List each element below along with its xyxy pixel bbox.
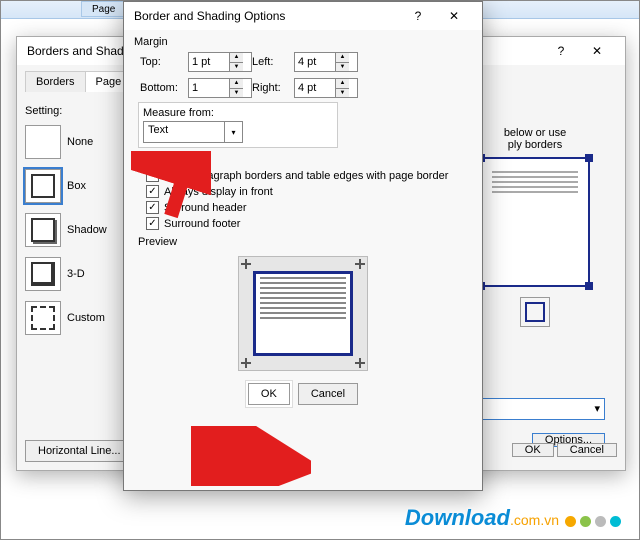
help-icon[interactable]: ? bbox=[543, 38, 579, 64]
bottom-spinner[interactable]: ▲▼ bbox=[188, 78, 252, 98]
margin-group-label: Margin bbox=[134, 36, 472, 48]
margin-grid: Top: ▲▼ Left: ▲▼ Bottom: ▲▼ Right: ▲▼ bbox=[140, 52, 466, 98]
left-label: Left: bbox=[252, 56, 294, 68]
right-spinner[interactable]: ▲▼ bbox=[294, 78, 358, 98]
right-input[interactable] bbox=[295, 79, 335, 97]
top-spinner[interactable]: ▲▼ bbox=[188, 52, 252, 72]
setting-box-thumb bbox=[25, 169, 61, 203]
back-cancel-button[interactable]: Cancel bbox=[557, 443, 617, 457]
spin-down-icon[interactable]: ▼ bbox=[230, 89, 243, 98]
watermark: Download.com.vn bbox=[405, 505, 559, 531]
annotation-arrow-measure bbox=[131, 151, 211, 221]
chevron-down-icon: ▾ bbox=[594, 399, 600, 419]
ribbon-group-page[interactable]: Page bbox=[81, 1, 126, 17]
front-title: Border and Shading Options bbox=[134, 2, 400, 30]
border-shading-options-dialog: Border and Shading Options ? ✕ Margin To… bbox=[123, 1, 483, 491]
setting-custom-thumb bbox=[25, 301, 61, 335]
chevron-down-icon: ▾ bbox=[224, 122, 242, 142]
setting-label: Setting: bbox=[25, 105, 135, 117]
setting-box[interactable]: Box bbox=[25, 167, 135, 205]
setting-3d[interactable]: 3-D bbox=[25, 255, 135, 293]
front-preview-inner bbox=[253, 271, 353, 356]
spin-up-icon[interactable]: ▲ bbox=[230, 79, 243, 89]
setting-3d-thumb bbox=[25, 257, 61, 291]
top-input[interactable] bbox=[189, 53, 229, 71]
setting-custom[interactable]: Custom bbox=[25, 299, 135, 337]
annotation-arrow-ok bbox=[191, 426, 311, 486]
spin-up-icon[interactable]: ▲ bbox=[230, 53, 243, 63]
setting-shadow-thumb bbox=[25, 213, 61, 247]
back-preview-frame bbox=[480, 157, 590, 287]
front-help-icon[interactable]: ? bbox=[400, 3, 436, 29]
left-spinner[interactable]: ▲▼ bbox=[294, 52, 358, 72]
measure-from-block: Measure from: Text ▾ bbox=[138, 102, 338, 148]
cancel-button[interactable]: Cancel bbox=[298, 383, 358, 405]
watermark-suffix: .com.vn bbox=[510, 512, 559, 528]
ok-button[interactable]: OK bbox=[248, 383, 290, 405]
bottom-label: Bottom: bbox=[140, 82, 188, 94]
front-button-row: OK Cancel bbox=[124, 383, 482, 405]
spin-up-icon[interactable]: ▲ bbox=[336, 53, 349, 63]
setting-custom-label: Custom bbox=[67, 312, 105, 324]
front-titlebar: Border and Shading Options ? ✕ bbox=[124, 2, 482, 30]
spin-up-icon[interactable]: ▲ bbox=[336, 79, 349, 89]
top-label: Top: bbox=[140, 56, 188, 68]
setting-none[interactable]: None bbox=[25, 123, 135, 161]
front-close-icon[interactable]: ✕ bbox=[436, 3, 472, 29]
setting-box-label: Box bbox=[67, 180, 86, 192]
watermark-brand: Download bbox=[405, 505, 510, 530]
front-preview-area: Preview bbox=[138, 236, 468, 371]
horizontal-line-button[interactable]: Horizontal Line... bbox=[25, 440, 134, 462]
spin-down-icon[interactable]: ▼ bbox=[230, 63, 243, 72]
close-icon[interactable]: ✕ bbox=[579, 38, 615, 64]
right-label: Right: bbox=[252, 82, 294, 94]
left-input[interactable] bbox=[295, 53, 335, 71]
color-dots bbox=[565, 516, 621, 527]
measure-from-label: Measure from: bbox=[143, 107, 333, 119]
preview-hint: below or use ply borders bbox=[470, 127, 600, 151]
front-preview-box bbox=[238, 256, 368, 371]
measure-from-select[interactable]: Text ▾ bbox=[143, 121, 243, 143]
spin-down-icon[interactable]: ▼ bbox=[336, 63, 349, 72]
spin-down-icon[interactable]: ▼ bbox=[336, 89, 349, 98]
setting-shadow[interactable]: Shadow bbox=[25, 211, 135, 249]
front-preview-label: Preview bbox=[138, 236, 458, 248]
apply-border-icon[interactable] bbox=[520, 297, 550, 327]
tab-borders[interactable]: Borders bbox=[25, 71, 86, 92]
bottom-input[interactable] bbox=[189, 79, 229, 97]
setting-column: Setting: None Box Shadow 3-D Custom bbox=[25, 105, 135, 343]
setting-3d-label: 3-D bbox=[67, 268, 85, 280]
back-ok-button[interactable]: OK bbox=[512, 443, 554, 457]
setting-shadow-label: Shadow bbox=[67, 224, 107, 236]
measure-from-value: Text bbox=[144, 122, 224, 142]
setting-none-thumb bbox=[25, 125, 61, 159]
setting-none-label: None bbox=[67, 136, 93, 148]
back-preview-area: below or use ply borders bbox=[470, 127, 600, 327]
